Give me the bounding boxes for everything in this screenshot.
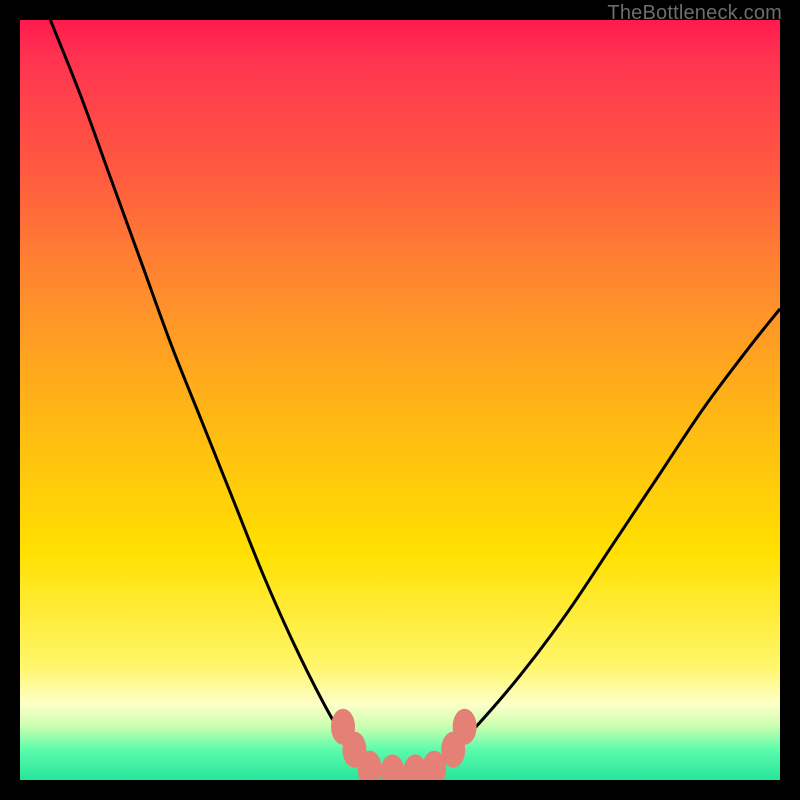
plot-area — [20, 20, 780, 780]
marker-group — [331, 709, 477, 780]
chart-frame: TheBottleneck.com — [0, 0, 800, 800]
v-curve — [50, 20, 780, 774]
curve-left-branch — [50, 20, 354, 757]
marker-dot — [380, 754, 404, 780]
chart-svg — [20, 20, 780, 780]
marker-dot — [453, 709, 477, 745]
curve-right-branch — [446, 309, 780, 757]
